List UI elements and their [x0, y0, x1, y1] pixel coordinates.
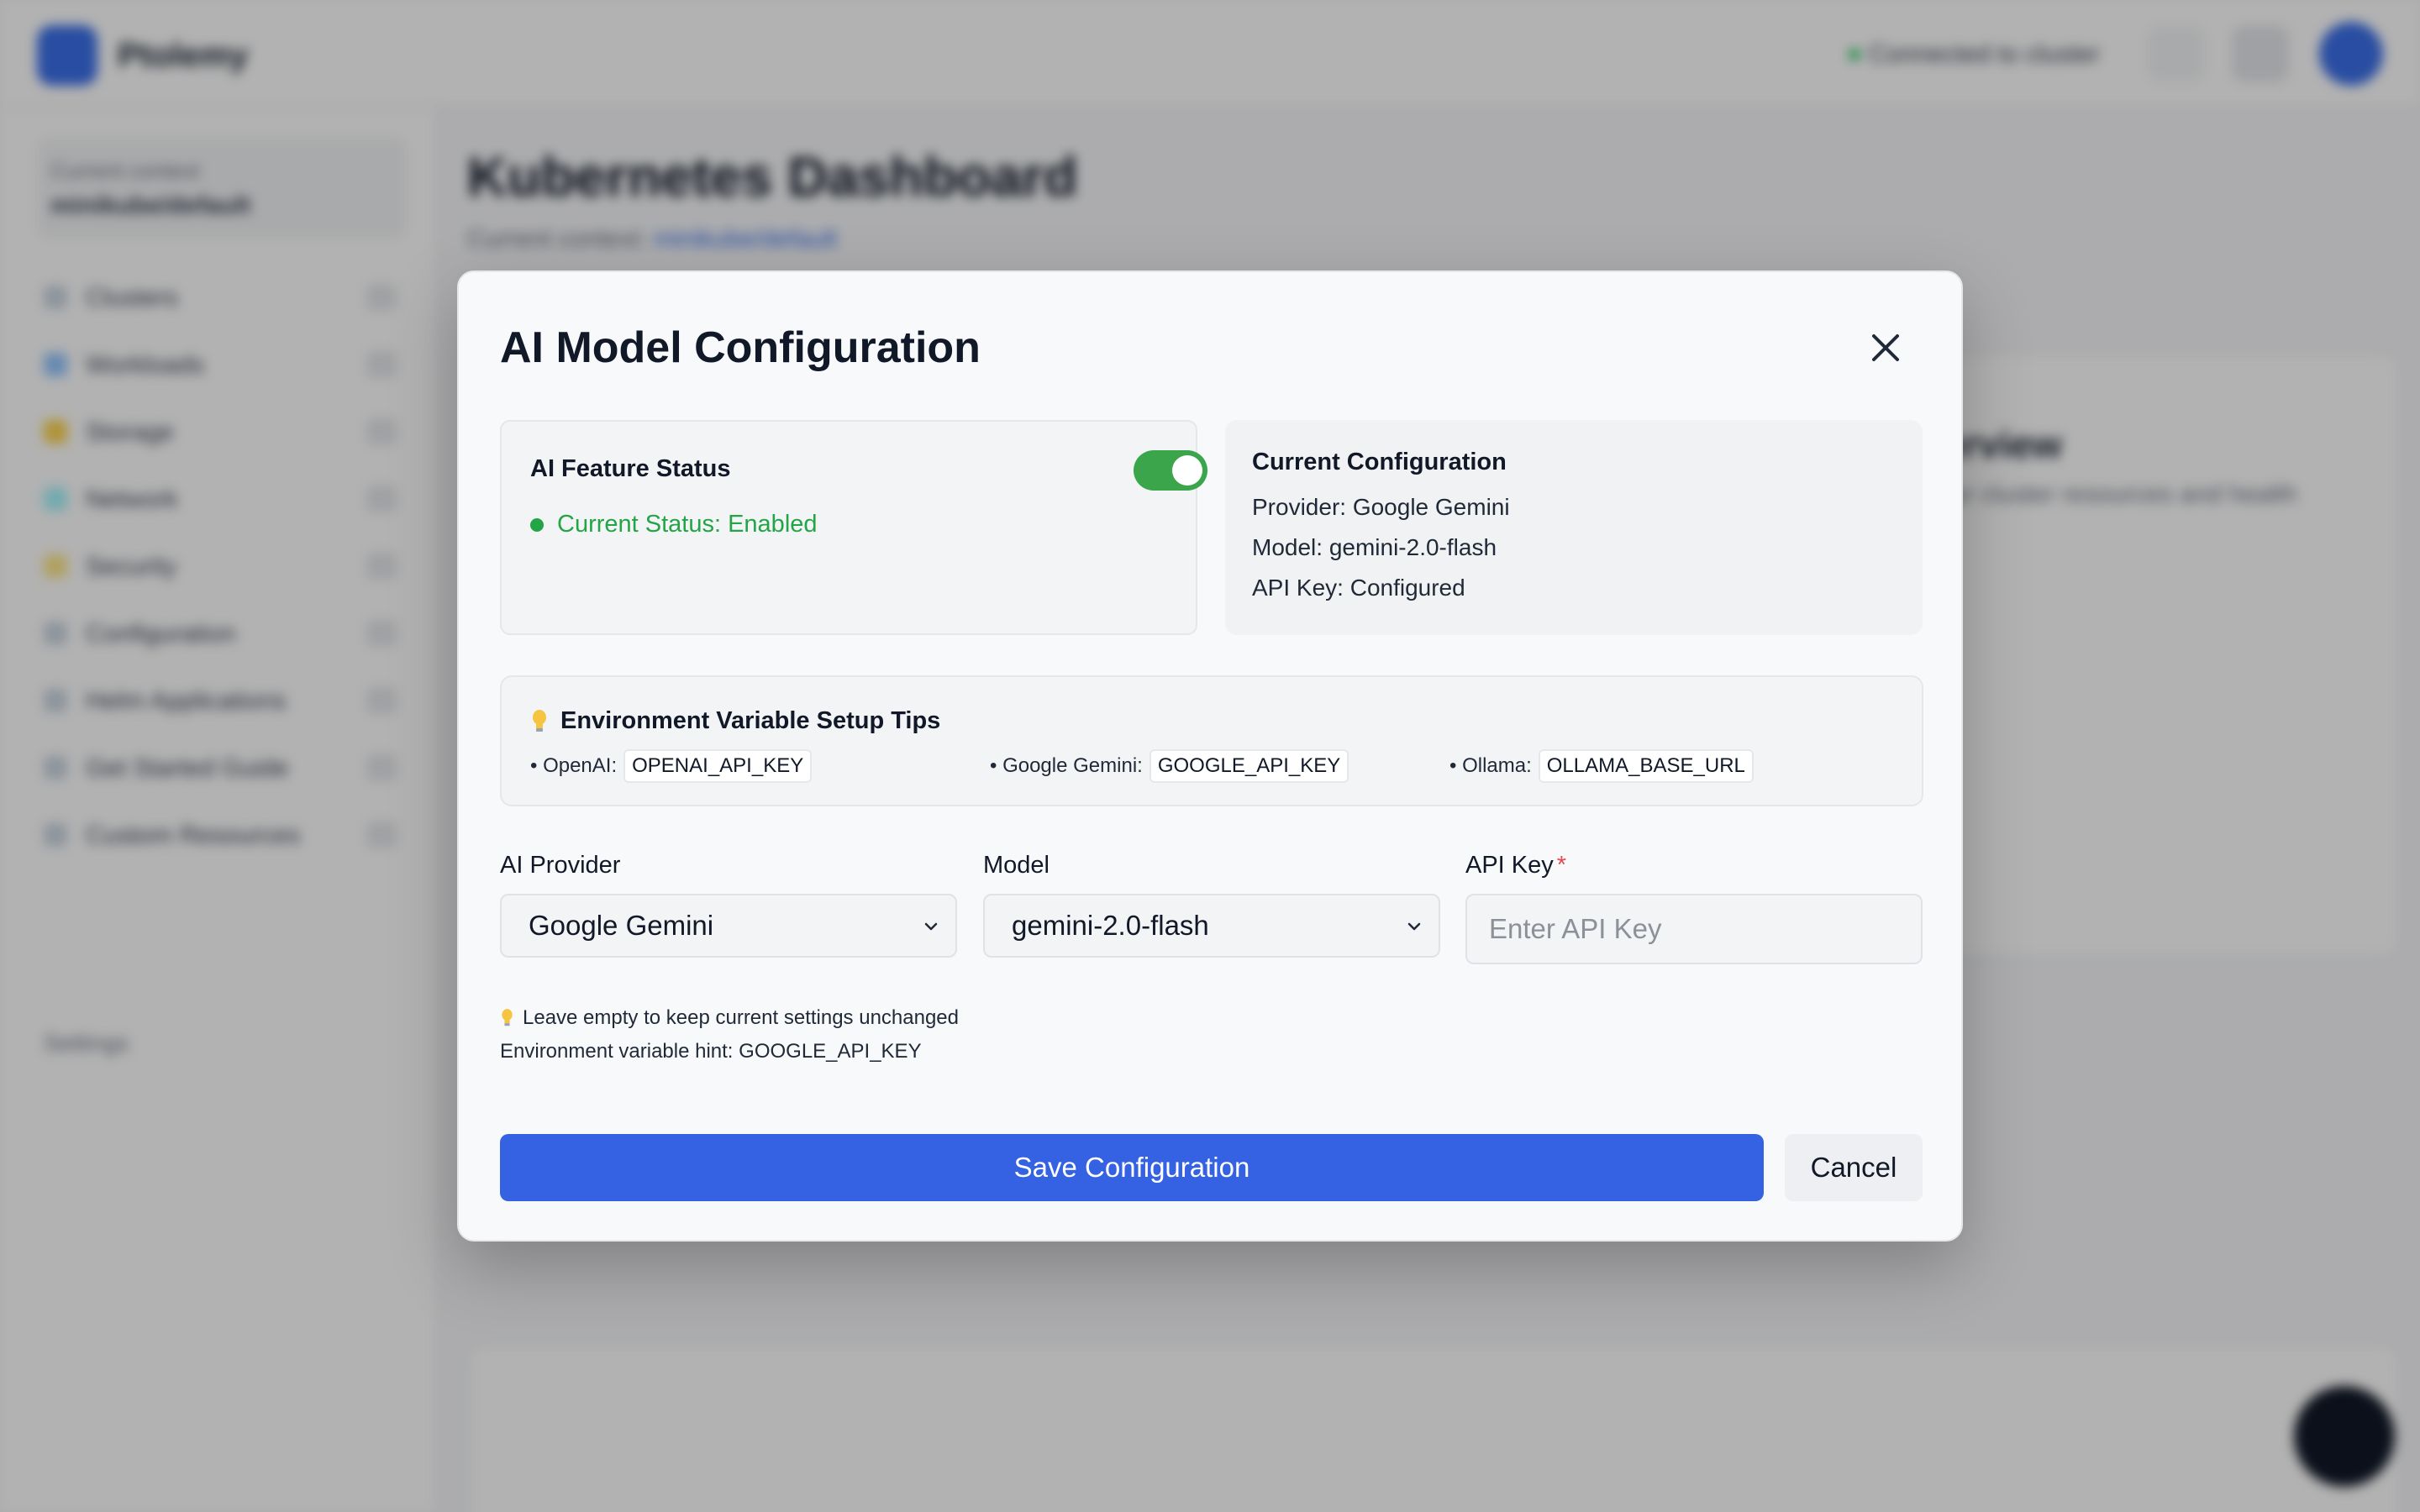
- chevron-down-icon: [924, 922, 938, 931]
- feature-status-card: AI Feature Status Current Status: Enable…: [500, 420, 1207, 635]
- api-key-label: API Key *: [1465, 852, 1566, 879]
- provider-select[interactable]: Google Gemini: [500, 894, 957, 958]
- cancel-button[interactable]: Cancel: [1785, 1134, 1923, 1201]
- status-line: Current Status: Enabled: [530, 511, 818, 538]
- current-config-card: Current Configuration Provider: Google G…: [1225, 420, 1923, 635]
- ai-feature-toggle[interactable]: [1134, 450, 1207, 491]
- model-select-value: gemini-2.0-flash: [1012, 910, 1209, 941]
- lightbulb-icon: [502, 1009, 513, 1026]
- tip-code: OLLAMA_BASE_URL: [1538, 749, 1754, 783]
- api-key-label-text: API Key: [1465, 852, 1554, 879]
- tip-code: OPENAI_API_KEY: [623, 749, 813, 783]
- modal-title: AI Model Configuration: [500, 323, 981, 372]
- required-marker: *: [1556, 852, 1567, 879]
- provider-label: AI Provider: [500, 852, 621, 879]
- env-variable-hint: Environment variable hint: GOOGLE_API_KE…: [500, 1040, 922, 1063]
- feature-status-title: AI Feature Status: [530, 455, 731, 482]
- tip-openai: • OpenAI: OPENAI_API_KEY: [530, 749, 813, 783]
- config-api-key: API Key: Configured: [1252, 575, 1465, 601]
- close-button[interactable]: [1862, 324, 1909, 371]
- close-icon: [1872, 334, 1899, 361]
- keep-empty-hint: Leave empty to keep current settings unc…: [500, 1006, 959, 1030]
- tip-label: • Google Gemini:: [990, 754, 1143, 777]
- tip-label: • Ollama:: [1449, 754, 1532, 777]
- tips-title: Environment Variable Setup Tips: [560, 707, 941, 734]
- config-provider: Provider: Google Gemini: [1252, 494, 1510, 520]
- tip-ollama: • Ollama: OLLAMA_BASE_URL: [1449, 749, 1754, 783]
- toggle-knob: [1172, 455, 1202, 486]
- ai-config-modal: AI Model Configuration AI Feature Status…: [457, 270, 1963, 1242]
- status-dot-icon: [530, 517, 544, 532]
- save-configuration-button[interactable]: Save Configuration: [500, 1134, 1764, 1201]
- model-select[interactable]: gemini-2.0-flash: [983, 894, 1440, 958]
- provider-select-value: Google Gemini: [529, 910, 714, 941]
- tip-label: • OpenAI:: [530, 754, 618, 777]
- tips-title-row: Environment Variable Setup Tips: [530, 707, 940, 735]
- model-label: Model: [983, 852, 1050, 879]
- api-key-input[interactable]: [1465, 894, 1923, 964]
- current-config-title: Current Configuration: [1252, 449, 1507, 475]
- config-model: Model: gemini-2.0-flash: [1252, 534, 1497, 560]
- status-text: Current Status: Enabled: [557, 511, 818, 538]
- tip-code: GOOGLE_API_KEY: [1149, 749, 1349, 783]
- lightbulb-icon: [533, 709, 546, 732]
- keep-empty-hint-text: Leave empty to keep current settings unc…: [523, 1006, 959, 1029]
- env-tips-card: Environment Variable Setup Tips • OpenAI…: [500, 675, 1923, 806]
- chevron-down-icon: [1407, 922, 1421, 931]
- tip-gemini: • Google Gemini: GOOGLE_API_KEY: [990, 749, 1349, 783]
